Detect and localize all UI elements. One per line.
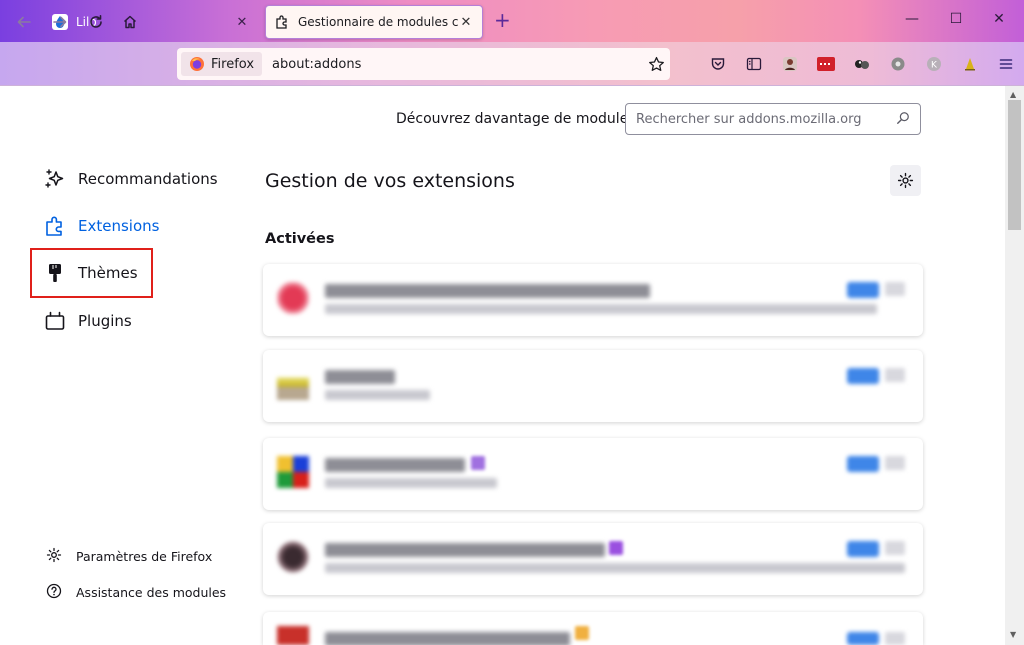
extension-toggle[interactable] [847,632,879,645]
extension-icon [277,282,309,314]
extension-icon [277,541,309,573]
extension-card[interactable] [263,264,923,336]
addons-search-input[interactable] [636,111,896,127]
extension-name-redacted [325,370,395,384]
extension-more-options-icon[interactable] [885,368,905,382]
extension-dots-icon[interactable] [844,50,880,78]
extension-badge [471,456,485,470]
extension-toggle[interactable] [847,541,879,557]
url-bar[interactable]: Firefox about:addons [177,48,670,80]
extension-description-redacted [325,563,905,573]
extension-gear-icon[interactable] [880,50,916,78]
tab-lilo[interactable]: Lilo ✕ [42,6,260,38]
extension-more-options-icon[interactable] [885,541,905,555]
addons-support-link[interactable]: Assistance des modules [46,581,226,603]
maximize-icon[interactable]: ☐ [946,11,966,27]
search-icon[interactable] [896,110,910,129]
sparkle-icon [44,168,66,190]
firefox-logo-icon [190,57,204,71]
themes-highlight-box [30,248,153,298]
sidebar-item-extensions[interactable]: Extensions [44,211,159,241]
extension-badge [609,541,623,555]
extension-icon [277,368,309,400]
extension-card[interactable] [263,438,923,510]
extension-toggle[interactable] [847,368,879,384]
sidebar-item-label: Extensions [78,217,160,235]
close-icon[interactable]: ✕ [234,15,250,30]
extension-icon [277,456,309,488]
back-button[interactable] [13,11,35,33]
page-title: Gestion de vos extensions [265,170,515,192]
extension-name-redacted [325,632,570,645]
extension-name-redacted [325,458,465,472]
discover-label: Découvrez davantage de modules [396,111,636,127]
firefox-settings-link[interactable]: Paramètres de Firefox [46,545,212,567]
sidebar-item-plugins[interactable]: Plugins [44,306,132,336]
tab-title: Gestionnaire de modules compl [298,15,458,29]
reload-button[interactable] [85,11,107,33]
plugin-icon [44,310,66,332]
extension-description-redacted [325,304,877,314]
extension-red-icon[interactable] [808,50,844,78]
extension-description-redacted [325,478,497,488]
minimize-icon[interactable]: — [902,11,922,27]
scroll-down-arrow-icon[interactable]: ▼ [1010,630,1016,639]
sidebar-item-label: Plugins [78,312,132,330]
extension-toggle[interactable] [847,282,879,298]
extension-badge [575,626,589,640]
addons-search-box[interactable] [625,103,921,135]
home-button[interactable] [119,11,141,33]
toolbar-extensions: K [700,50,1024,78]
help-icon [46,583,62,602]
extension-card[interactable] [263,350,923,422]
section-enabled-label: Activées [265,231,335,247]
gear-icon [46,547,62,566]
reload-icon [90,15,102,28]
extension-more-options-icon[interactable] [885,632,905,645]
identity-label: Firefox [211,56,255,72]
sidebar-item-label: Recommandations [78,170,218,188]
tab-addons-manager[interactable]: Gestionnaire de modules compl ✕ [265,5,483,39]
close-icon[interactable]: ✕ [458,15,474,30]
gear-icon [897,172,914,189]
identity-chip[interactable]: Firefox [181,52,263,76]
forward-button[interactable] [49,11,71,33]
pocket-icon[interactable] [700,50,736,78]
extension-name-redacted [325,284,650,298]
extension-icon [277,626,309,645]
extension-name-redacted [325,543,605,557]
extension-more-options-icon[interactable] [885,282,905,296]
extension-more-options-icon[interactable] [885,456,905,470]
sidebar-item-recommendations[interactable]: Recommandations [44,164,218,194]
extension-card[interactable] [263,612,923,645]
hamburger-menu-icon[interactable] [988,50,1024,78]
extension-description-redacted [325,390,430,400]
puzzle-icon [44,215,66,237]
footer-item-label: Paramètres de Firefox [76,548,213,564]
bookmark-star-icon[interactable] [642,56,670,73]
scroll-up-arrow-icon[interactable]: ▲ [1010,90,1016,99]
extension-toggle[interactable] [847,456,879,472]
extension-cone-icon[interactable] [952,50,988,78]
window-close-icon[interactable]: ✕ [989,11,1009,27]
scrollbar-thumb[interactable] [1008,100,1021,230]
extension-avatar-icon[interactable] [772,50,808,78]
url-text[interactable]: about:addons [272,57,642,72]
footer-item-label: Assistance des modules [76,584,227,600]
arrow-left-icon [17,16,31,28]
puzzle-favicon-icon [274,14,290,30]
new-tab-button[interactable]: + [494,10,511,30]
sidebar-toggle-icon[interactable] [736,50,772,78]
extension-k-icon[interactable]: K [916,50,952,78]
tools-gear-button[interactable] [890,165,921,196]
arrow-right-icon [53,16,67,28]
extension-card[interactable] [263,523,923,595]
home-icon [123,15,137,29]
